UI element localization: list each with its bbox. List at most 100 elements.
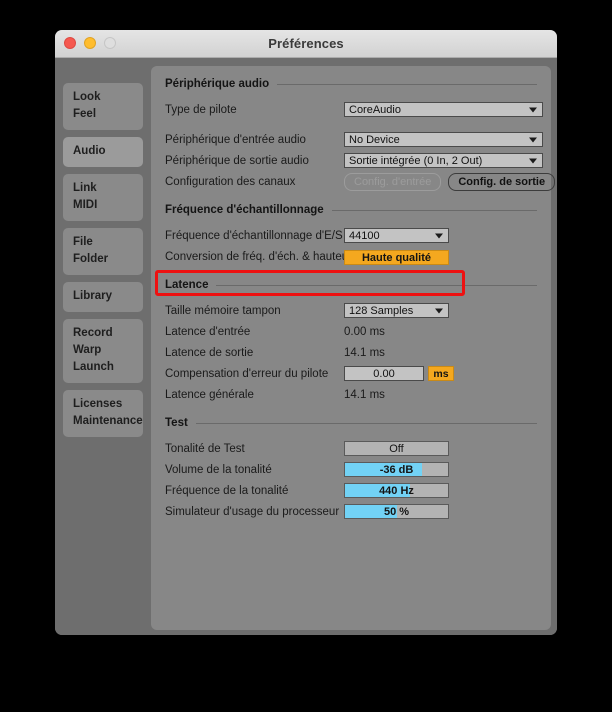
chevron-down-icon bbox=[529, 158, 537, 163]
sidebar-item-audio[interactable]: Audio bbox=[63, 137, 143, 167]
sidebar-item-file-folder[interactable]: File Folder bbox=[63, 228, 143, 275]
row-channel-config: Configuration des canaux Config. d'entré… bbox=[165, 171, 556, 192]
row-conversion-quality: Conversion de fréq. d'éch. & hauteur Hau… bbox=[165, 246, 537, 267]
sidebar-label: Folder bbox=[73, 253, 109, 265]
test-tone-label: Tonalité de Test bbox=[165, 442, 245, 455]
preferences-sidebar: Look Feel Audio Link MIDI File Folder Li… bbox=[55, 58, 151, 635]
input-device-value: No Device bbox=[349, 133, 400, 146]
preferences-window: Préférences Look Feel Audio Link MIDI Fi… bbox=[55, 30, 557, 635]
window-body: Look Feel Audio Link MIDI File Folder Li… bbox=[55, 58, 557, 635]
section-header-sample-rate: Fréquence d'échantillonnage bbox=[165, 204, 537, 216]
buffer-size-control: 128 Samples bbox=[344, 303, 449, 318]
section-header-latency: Latence bbox=[165, 279, 537, 291]
driver-type-dropdown[interactable]: CoreAudio bbox=[344, 102, 543, 117]
screen-root: Préférences Look Feel Audio Link MIDI Fi… bbox=[0, 0, 612, 712]
input-latency-control: 0.00 ms bbox=[344, 326, 385, 338]
sidebar-item-look-feel[interactable]: Look Feel bbox=[63, 83, 143, 130]
overall-latency-label: Latence générale bbox=[165, 388, 254, 401]
sidebar-item-link-midi[interactable]: Link MIDI bbox=[63, 174, 143, 221]
sidebar-item-record-warp-launch[interactable]: Record Warp Launch bbox=[63, 319, 143, 383]
sidebar-label: Audio bbox=[73, 145, 106, 157]
row-output-device: Périphérique de sortie audio Sortie inté… bbox=[165, 150, 543, 171]
sidebar-item-library[interactable]: Library bbox=[63, 282, 143, 312]
io-sample-rate-control: 44100 bbox=[344, 228, 449, 243]
cpu-usage-slider[interactable]: 50 % bbox=[344, 504, 449, 519]
tone-frequency-control: 440 Hz bbox=[344, 483, 449, 498]
tone-volume-value: -36 dB bbox=[379, 463, 414, 476]
sidebar-label: Warp bbox=[73, 344, 102, 356]
output-latency-value: 14.1 ms bbox=[344, 346, 385, 359]
buffer-size-label: Taille mémoire tampon bbox=[165, 304, 281, 317]
overall-latency-value: 14.1 ms bbox=[344, 388, 385, 401]
driver-error-input[interactable]: 0.00 bbox=[344, 366, 424, 381]
input-device-label: Périphérique d'entrée audio bbox=[165, 133, 306, 146]
sidebar-label: Look bbox=[73, 91, 101, 103]
window-title: Préférences bbox=[268, 36, 344, 51]
chevron-down-icon bbox=[435, 233, 443, 238]
preferences-content-audio: Périphérique audio Type de pilote CoreAu… bbox=[151, 66, 556, 630]
section-rule bbox=[195, 422, 537, 424]
sidebar-label: Record bbox=[73, 327, 113, 339]
sidebar-label: Maintenance bbox=[73, 415, 143, 427]
test-tone-value: Off bbox=[389, 442, 404, 455]
section-title: Fréquence d'échantillonnage bbox=[165, 204, 324, 216]
section-title: Latence bbox=[165, 279, 209, 291]
sidebar-item-licenses-maintenance[interactable]: Licenses Maintenance bbox=[63, 390, 143, 437]
sidebar-label: Library bbox=[73, 290, 112, 302]
input-device-control: No Device bbox=[344, 132, 543, 147]
chevron-down-icon bbox=[529, 107, 537, 112]
chevron-down-icon bbox=[529, 137, 537, 142]
row-tone-frequency: Fréquence de la tonalité 440 Hz bbox=[165, 480, 537, 501]
overall-latency-control: 14.1 ms bbox=[344, 389, 385, 401]
io-sample-rate-label: Fréquence d'échantillonnage d'E/S bbox=[165, 229, 343, 242]
chevron-down-icon bbox=[435, 308, 443, 313]
sidebar-label: Licenses bbox=[73, 398, 123, 410]
tone-volume-label: Volume de la tonalité bbox=[165, 463, 272, 476]
section-title: Test bbox=[165, 417, 188, 429]
tone-volume-slider[interactable]: -36 dB bbox=[344, 462, 449, 477]
buffer-size-dropdown[interactable]: 128 Samples bbox=[344, 303, 449, 318]
sidebar-label: File bbox=[73, 236, 93, 248]
input-latency-label: Latence d'entrée bbox=[165, 325, 251, 338]
buffer-size-value: 128 Samples bbox=[349, 304, 414, 317]
driver-error-row: 0.00 ms bbox=[344, 366, 454, 381]
row-input-latency: Latence d'entrée 0.00 ms bbox=[165, 321, 537, 342]
row-driver-error-compensation: Compensation d'erreur du pilote 0.00 ms bbox=[165, 363, 537, 384]
driver-error-unit-toggle[interactable]: ms bbox=[428, 366, 454, 381]
tone-frequency-value: 440 Hz bbox=[379, 484, 414, 497]
row-output-latency: Latence de sortie 14.1 ms bbox=[165, 342, 537, 363]
sidebar-label: Launch bbox=[73, 361, 114, 373]
driver-type-label: Type de pilote bbox=[165, 103, 237, 116]
section-rule bbox=[277, 83, 537, 85]
tone-volume-control: -36 dB bbox=[344, 462, 449, 477]
sidebar-label: Link bbox=[73, 182, 97, 194]
output-device-dropdown[interactable]: Sortie intégrée (0 In, 2 Out) bbox=[344, 153, 543, 168]
row-input-device: Périphérique d'entrée audio No Device bbox=[165, 129, 543, 150]
section-header-test: Test bbox=[165, 417, 537, 429]
output-device-control: Sortie intégrée (0 In, 2 Out) bbox=[344, 153, 543, 168]
output-config-button[interactable]: Config. de sortie bbox=[448, 172, 556, 191]
conversion-quality-label: Conversion de fréq. d'éch. & hauteur bbox=[165, 250, 352, 263]
row-io-sample-rate: Fréquence d'échantillonnage d'E/S 44100 bbox=[165, 225, 537, 246]
test-tone-toggle[interactable]: Off bbox=[344, 441, 449, 456]
tone-frequency-label: Fréquence de la tonalité bbox=[165, 484, 289, 497]
channel-config-control: Config. d'entrée Config. de sortie bbox=[344, 172, 556, 191]
io-sample-rate-value: 44100 bbox=[349, 229, 380, 242]
output-latency-label: Latence de sortie bbox=[165, 346, 254, 359]
row-test-tone: Tonalité de Test Off bbox=[165, 438, 537, 459]
conversion-quality-button[interactable]: Haute qualité bbox=[344, 250, 449, 265]
sidebar-label: MIDI bbox=[73, 199, 98, 211]
test-tone-control: Off bbox=[344, 441, 449, 456]
row-driver-type: Type de pilote CoreAudio bbox=[165, 99, 543, 120]
tone-frequency-slider[interactable]: 440 Hz bbox=[344, 483, 449, 498]
io-sample-rate-dropdown[interactable]: 44100 bbox=[344, 228, 449, 243]
row-cpu-usage-simulator: Simulateur d'usage du processeur 50 % bbox=[165, 501, 537, 522]
section-header-audio-device: Périphérique audio bbox=[165, 78, 537, 90]
channel-config-label: Configuration des canaux bbox=[165, 175, 296, 188]
row-overall-latency: Latence générale 14.1 ms bbox=[165, 384, 537, 405]
input-device-dropdown[interactable]: No Device bbox=[344, 132, 543, 147]
